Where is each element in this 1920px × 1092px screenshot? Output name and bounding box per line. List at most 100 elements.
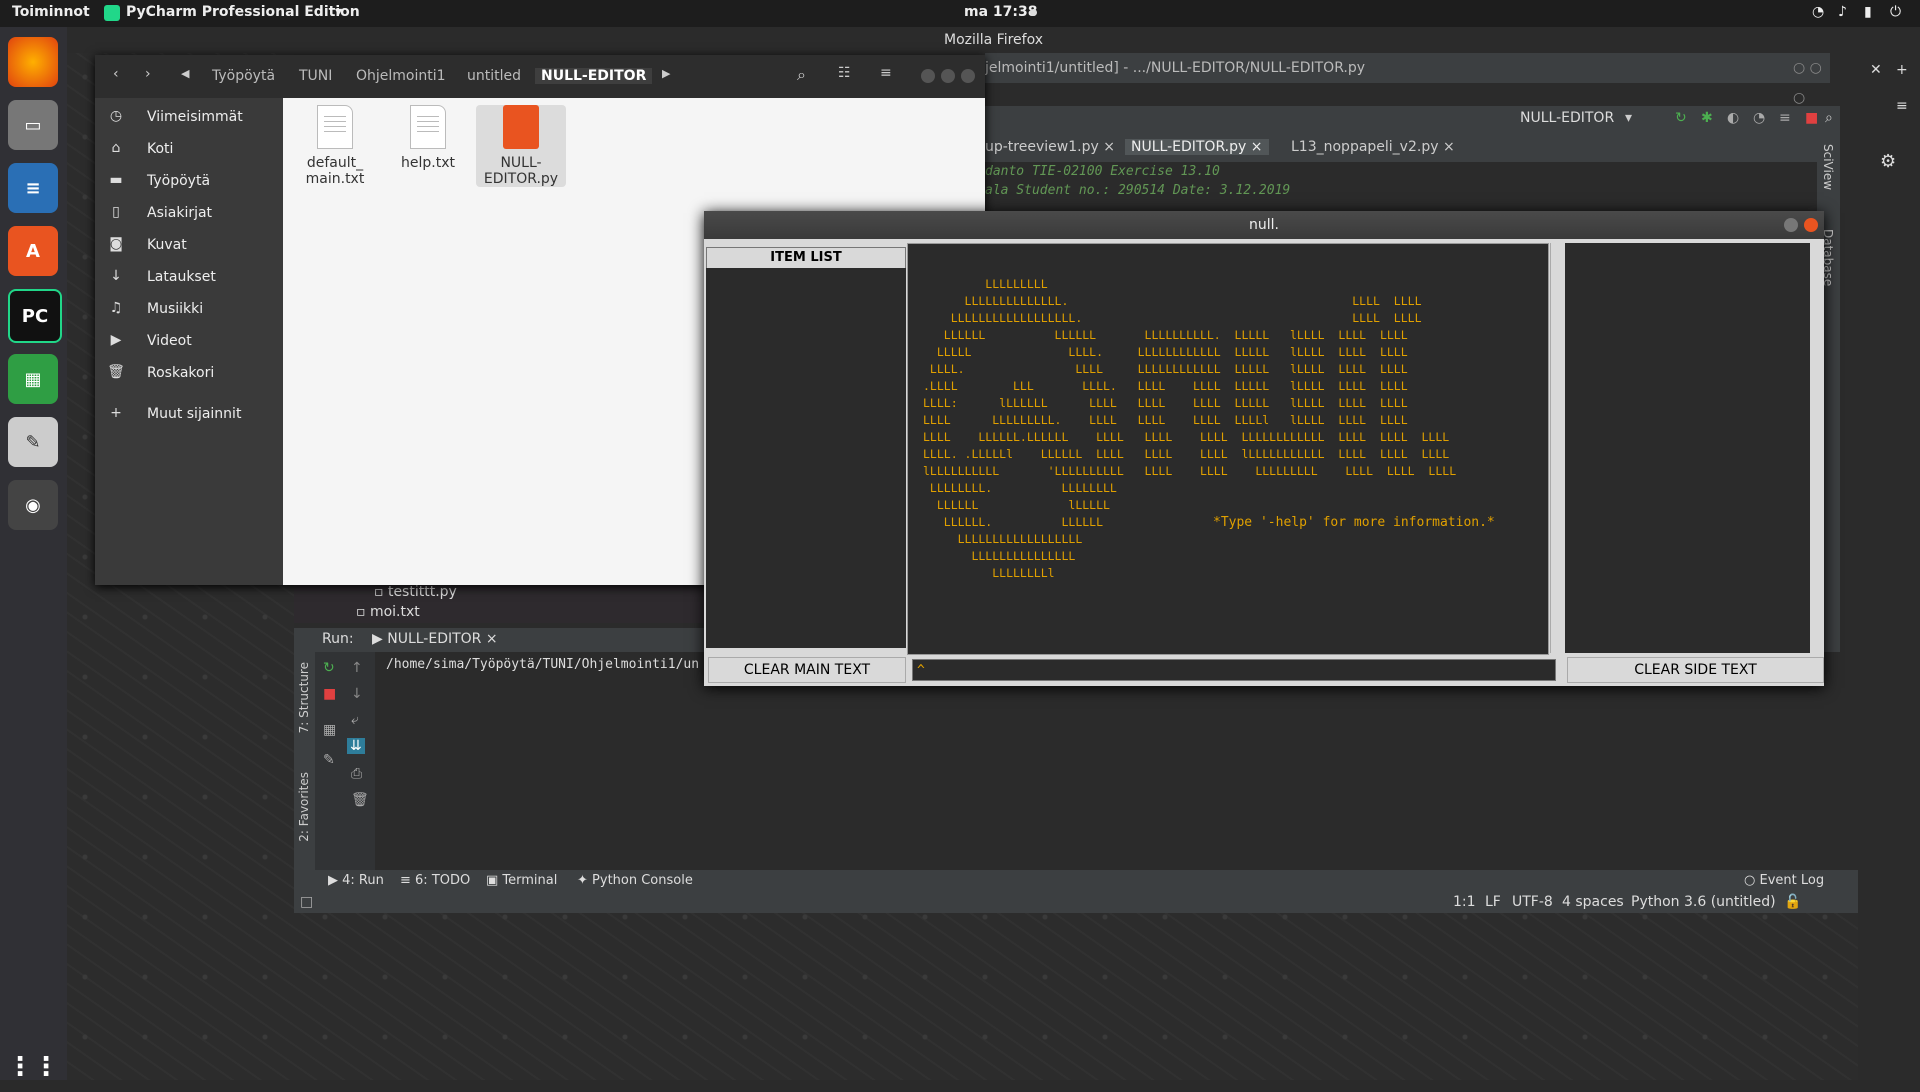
close-button[interactable] (1804, 218, 1818, 232)
main-scrollbar[interactable] (1550, 243, 1563, 653)
firefox-icon[interactable] (8, 37, 58, 87)
crumb-untitled[interactable]: untitled (467, 68, 521, 84)
sidebar-item-music[interactable]: ♫ Musiikki (95, 294, 283, 324)
search-icon[interactable]: ⌕ (1825, 110, 1833, 126)
gear-icon[interactable]: ⚙ (1880, 151, 1896, 172)
soft-wrap-icon[interactable]: ⤶ (351, 712, 359, 728)
scroll-to-end-icon[interactable]: ⇊ (347, 738, 365, 754)
tab-run[interactable]: ▶ 4: Run (328, 873, 384, 888)
file-help[interactable]: help.txt (383, 105, 473, 171)
side-text-area[interactable] (1565, 243, 1810, 653)
close-button[interactable] (961, 69, 975, 83)
sidebar-item-videos[interactable]: ▶ Videot (95, 326, 283, 356)
editor-area[interactable]: danto TIE-02100 Exercise 13.10 ala Stude… (985, 162, 1817, 212)
plus-icon[interactable]: + (1896, 62, 1908, 78)
build-icon[interactable]: ≡ (1779, 110, 1791, 126)
stop-icon[interactable]: ■ (323, 686, 336, 702)
interpreter[interactable]: Python 3.6 (untitled) (1631, 894, 1776, 910)
wifi-icon[interactable]: ◔ (1812, 4, 1824, 20)
maximize-button[interactable] (941, 69, 955, 83)
app-menu-button[interactable]: PyCharm Professional Edition (126, 4, 360, 20)
cursor-position[interactable]: 1:1 (1453, 894, 1476, 910)
lock-icon[interactable]: 🔓 (1784, 894, 1801, 910)
sidebar-item-trash[interactable]: 🗑 Roskakori (95, 358, 283, 388)
window-controls-icon[interactable]: ○ ○ ○ (1793, 53, 1830, 113)
sidebar-item-desktop[interactable]: ▬ Työpöytä (95, 166, 283, 196)
forward-button[interactable]: › (145, 66, 151, 82)
favorites-tab[interactable]: 2: Favorites (297, 772, 311, 842)
power-icon[interactable]: ⏻ (1890, 4, 1901, 20)
profile-icon[interactable]: ◔ (1753, 110, 1765, 126)
rerun-icon[interactable]: ↻ (323, 660, 335, 676)
sidebar-item-home[interactable]: ⌂ Koti (95, 134, 283, 164)
tab-python-console[interactable]: ✦ Python Console (577, 873, 693, 888)
layout-icon[interactable]: ▦ (323, 722, 336, 738)
tab-treeview[interactable]: up-treeview1.py × (985, 139, 1115, 155)
volume-icon[interactable]: ♪ (1838, 4, 1847, 20)
view-toggle-icon[interactable]: ☷ (838, 65, 851, 81)
arrow-up-icon[interactable]: ↑ (351, 660, 363, 676)
side-scrollbar[interactable] (1812, 243, 1824, 653)
menu-icon[interactable]: ≡ (880, 65, 892, 81)
sidebar-item-downloads[interactable]: ↓ Lataukset (95, 262, 283, 292)
tree-item-testittt[interactable]: ▫ testittt.py (374, 584, 457, 600)
sciview-tab[interactable]: SciView (1821, 144, 1835, 190)
tab-noppapeli[interactable]: L13_noppapeli_v2.py × (1291, 139, 1455, 155)
structure-tab[interactable]: 7: Structure (297, 662, 311, 733)
files-icon[interactable]: ▭ (8, 100, 58, 150)
tab-terminal[interactable]: ▣ Terminal (486, 873, 557, 888)
file-default-main[interactable]: default_ main.txt (290, 105, 380, 187)
clear-side-text-button[interactable]: CLEAR SIDE TEXT (1567, 657, 1824, 683)
print-icon[interactable]: ⎙ (351, 766, 362, 782)
search-icon[interactable]: ⌕ (797, 65, 806, 85)
menu-icon[interactable]: ≡ (1896, 98, 1908, 114)
stop-icon[interactable]: ■ (1805, 110, 1818, 126)
crumb-ohjelmointi1[interactable]: Ohjelmointi1 (356, 68, 446, 84)
text-editor-icon[interactable]: ✎ (8, 417, 58, 467)
trash-icon[interactable]: 🗑 (351, 792, 369, 808)
show-apps-icon[interactable]: ⋮⋮ (7, 1042, 59, 1092)
encoding[interactable]: UTF-8 (1512, 894, 1553, 910)
indent[interactable]: 4 spaces (1562, 894, 1624, 910)
tree-item-moi[interactable]: ▫ moi.txt (356, 604, 420, 620)
rerun-icon[interactable]: ↻ (1675, 110, 1687, 126)
close-icon[interactable]: ✕ (1870, 62, 1882, 78)
run-tab[interactable]: ▶ NULL-EDITOR × (372, 631, 498, 647)
editor-line: ala Student no.: 290514 Date: 3.12.2019 (985, 183, 1291, 198)
minimize-button[interactable] (921, 69, 935, 83)
software-center-icon[interactable]: A (8, 226, 58, 276)
tab-todo[interactable]: ≡ 6: TODO (400, 873, 470, 888)
crumb-right-icon[interactable]: ▶ (662, 67, 670, 80)
pycharm-launcher-icon[interactable]: PC (8, 289, 62, 343)
calc-icon[interactable]: ▦ (8, 354, 58, 404)
coverage-icon[interactable]: ◐ (1727, 110, 1739, 126)
gimp-icon[interactable]: ◉ (8, 480, 58, 530)
pin-icon[interactable]: ✎ (323, 752, 335, 768)
writer-icon[interactable]: ≡ (8, 163, 58, 213)
back-button[interactable]: ‹ (113, 66, 119, 82)
clock[interactable]: ma 17:38 (964, 4, 1037, 20)
line-separator[interactable]: LF (1485, 894, 1501, 910)
command-input[interactable]: ^ (912, 659, 1556, 681)
minimize-button[interactable] (1784, 218, 1798, 232)
item-list[interactable] (706, 268, 906, 648)
run-config-selector[interactable]: NULL-EDITOR (1520, 110, 1614, 126)
sidebar-item-documents[interactable]: ▯ Asiakirjat (95, 198, 283, 228)
crumb-null-editor[interactable]: NULL-EDITOR (535, 68, 653, 84)
sidebar-item-other-locations[interactable]: + Muut sijainnit (95, 399, 283, 429)
sidebar-item-pictures[interactable]: ◙ Kuvat (95, 230, 283, 260)
crumb-tyopoyta[interactable]: Työpöytä (212, 68, 275, 84)
activities-button[interactable]: Toiminnot (12, 4, 90, 20)
event-log-button[interactable]: ○ Event Log (1744, 873, 1824, 888)
crumb-left-icon[interactable]: ◀ (181, 67, 189, 80)
arrow-down-icon[interactable]: ↓ (351, 686, 363, 702)
debug-icon[interactable]: ✱ (1701, 110, 1713, 126)
crumb-tuni[interactable]: TUNI (299, 68, 332, 84)
battery-icon[interactable]: ▮ (1864, 4, 1872, 20)
clear-main-text-button[interactable]: CLEAR MAIN TEXT (708, 657, 906, 683)
tab-null-editor[interactable]: NULL-EDITOR.py × (1125, 139, 1269, 155)
project-tree: ▫ testittt.py ▫ moi.txt (294, 583, 704, 623)
toggle-tool-icon[interactable]: □ (300, 894, 313, 910)
file-null-editor[interactable]: NULL- EDITOR.py (476, 105, 566, 187)
sidebar-item-recent[interactable]: ◷ Viimeisimmät (95, 102, 283, 132)
